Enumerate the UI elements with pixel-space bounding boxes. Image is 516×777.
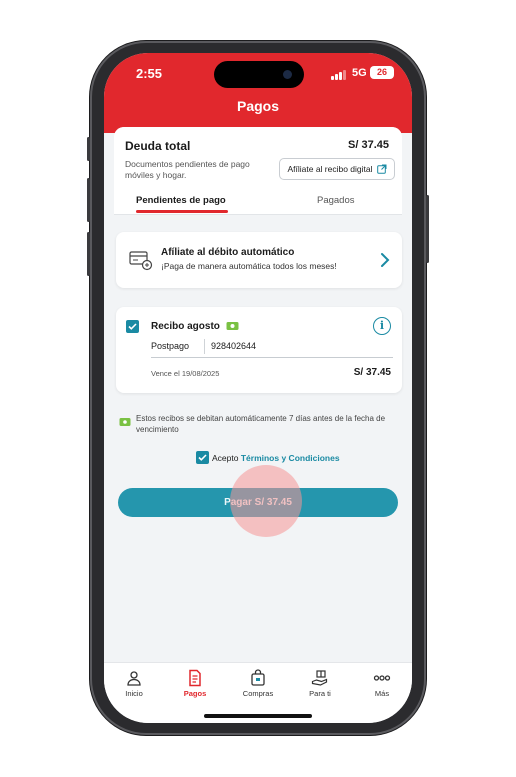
- nav-label: Más: [374, 689, 390, 698]
- nav-label: Pagos: [183, 689, 207, 698]
- nav-inicio[interactable]: Inicio: [109, 669, 159, 698]
- home-user-icon: [127, 671, 141, 686]
- plan-separator: [204, 339, 205, 354]
- receipt-due-date: Vence el 19/08/2025: [151, 369, 220, 378]
- auto-debit-title: Afíliate al débito automático: [161, 247, 295, 258]
- app-header: 2:55 5G 26 Pagos: [104, 53, 412, 133]
- nav-label: Compras: [242, 689, 274, 698]
- debt-description: Documentos pendientes de pago móviles y …: [125, 159, 250, 180]
- camera-dot: [283, 70, 292, 79]
- payment-tabs: Pendientes de pago Pagados: [114, 189, 402, 215]
- digital-receipt-button[interactable]: Afíliate al recibo digital: [279, 158, 395, 180]
- active-tab-indicator: [136, 210, 228, 213]
- checkmark-icon: [198, 454, 207, 461]
- receipt-divider: [151, 357, 393, 358]
- nav-mas[interactable]: Más: [357, 669, 407, 698]
- dynamic-island: [214, 61, 304, 88]
- nav-para-ti[interactable]: Para ti: [295, 669, 345, 698]
- gift-hand-icon: [311, 670, 328, 686]
- chevron-right-icon: [381, 253, 390, 267]
- auto-debit-subtitle: ¡Paga de manera automática todos los mes…: [161, 261, 337, 271]
- receipt-icon: [189, 669, 201, 687]
- auto-debit-icon: [129, 251, 153, 271]
- network-type: 5G: [352, 67, 367, 79]
- receipt-amount: S/ 37.45: [353, 367, 391, 378]
- digital-receipt-label: Afíliate al recibo digital: [287, 164, 373, 174]
- phone-power-button: [426, 195, 429, 263]
- phone-volume-down: [87, 232, 90, 276]
- money-bill-icon: [226, 322, 239, 330]
- phone-mute-switch: [87, 137, 90, 161]
- app-screen: 2:55 5G 26 Pagos Deuda total S/ 37.45 Do…: [104, 53, 412, 723]
- debt-amount: S/ 37.45: [348, 139, 389, 151]
- main-content: Deuda total S/ 37.45 Documentos pendient…: [114, 127, 402, 667]
- signal-icon: [331, 70, 347, 80]
- debt-summary-card: Deuda total S/ 37.45 Documentos pendient…: [114, 127, 402, 215]
- shopping-bag-icon: [251, 669, 265, 686]
- external-link-icon: [376, 164, 387, 174]
- tab-paid[interactable]: Pagados: [317, 195, 355, 206]
- nav-pagos[interactable]: Pagos: [170, 669, 220, 698]
- receipt-card: Recibo agosto i Postpago 928402644 Vence…: [116, 307, 402, 393]
- checkmark-icon: [128, 323, 137, 330]
- money-bill-icon: [119, 418, 131, 426]
- auto-debit-card[interactable]: Afíliate al débito automático ¡Paga de m…: [116, 232, 402, 288]
- terms-prefix: Acepto: [212, 453, 239, 463]
- nav-label: Inicio: [125, 689, 143, 698]
- status-time: 2:55: [136, 66, 163, 81]
- home-indicator: [204, 714, 312, 718]
- battery-icon: 26: [370, 66, 394, 79]
- receipt-checkbox[interactable]: [126, 320, 139, 333]
- terms-text: Acepto Términos y Condiciones: [212, 453, 340, 463]
- info-icon[interactable]: i: [373, 317, 391, 335]
- nav-compras[interactable]: Compras: [233, 669, 283, 698]
- nav-label: Para ti: [309, 689, 331, 698]
- receipt-phone-number: 928402644: [211, 341, 257, 351]
- debt-title: Deuda total: [125, 139, 191, 153]
- more-icon: [373, 675, 391, 681]
- tab-pending[interactable]: Pendientes de pago: [136, 195, 226, 206]
- page-title: Pagos: [236, 98, 279, 114]
- terms-checkbox[interactable]: [196, 451, 209, 464]
- phone-volume-up: [87, 178, 90, 222]
- receipt-plan: Postpago: [151, 341, 190, 351]
- receipt-title: Recibo agosto: [151, 321, 220, 332]
- terms-link[interactable]: Términos y Condiciones: [241, 453, 340, 463]
- touch-indicator: [230, 465, 302, 537]
- auto-debit-note: Estos recibos se debitan automáticamente…: [136, 414, 386, 434]
